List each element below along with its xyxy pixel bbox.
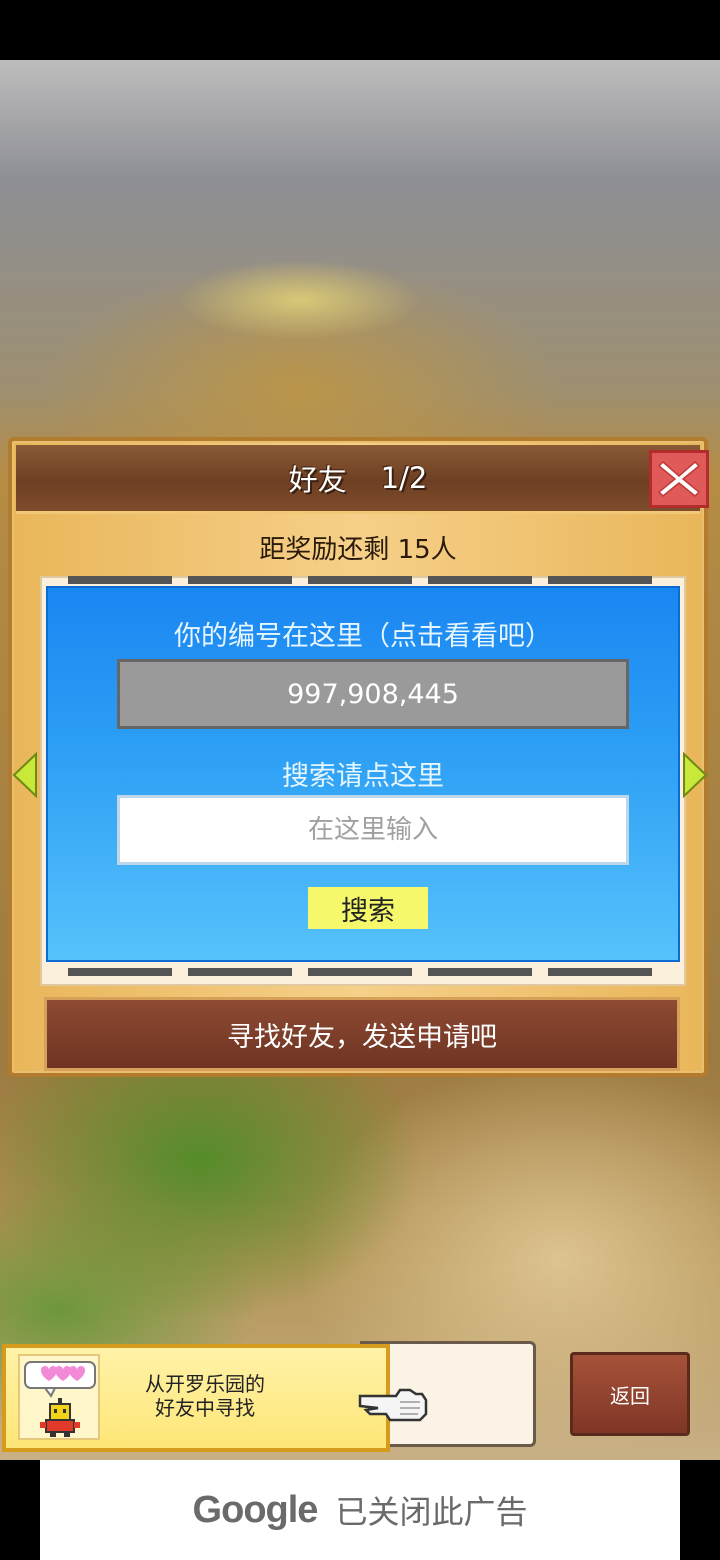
arrow-right-icon[interactable] (682, 752, 708, 798)
find-friends-label: 寻找好友，发送申请吧 (227, 1021, 497, 1053)
friends-dialog: 好友 1/2 距奖励还剩 15人 你的编号在这里（点击看看吧） 997,908,… (8, 437, 709, 1077)
back-button-label: 返回 (610, 1383, 650, 1408)
dialog-page-indicator: 1/2 (380, 461, 428, 495)
my-id-number: 997,908,445 (287, 678, 459, 710)
close-button[interactable] (649, 450, 709, 508)
friend-panel-frame: 你的编号在这里（点击看看吧） 997,908,445 搜索请点这里 搜索 (40, 576, 686, 986)
banner-text: 从开罗乐园的 好友中寻找 (110, 1372, 300, 1420)
find-friends-button[interactable]: 寻找好友，发送申请吧 (44, 997, 680, 1071)
status-bar (0, 0, 720, 60)
friend-id-panel: 你的编号在这里（点击看看吧） 997,908,445 搜索请点这里 搜索 (46, 586, 680, 962)
banner-text-line1: 从开罗乐园的 (145, 1372, 265, 1396)
search-button[interactable]: 搜索 (308, 887, 428, 929)
ad-closed-text: 已关闭此广告 (335, 1493, 528, 1531)
panel-tabs-top (68, 576, 668, 584)
close-icon (657, 460, 701, 498)
dialog-title: 好友 1/2 (16, 445, 700, 511)
panel-tabs-bottom (68, 968, 668, 976)
my-id-value[interactable]: 997,908,445 (117, 659, 629, 729)
ad-banner: Google 已关闭此广告 (40, 1460, 680, 1560)
dialog-title-text: 好友 (288, 463, 347, 497)
search-button-label: 搜索 (341, 895, 395, 927)
search-input[interactable] (117, 795, 629, 865)
robot-character-icon (40, 1398, 80, 1437)
google-logo: Google (192, 1488, 319, 1531)
cairo-park-friends-banner[interactable]: 从开罗乐园的 好友中寻找 (2, 1344, 390, 1452)
pointing-hand-icon (358, 1388, 428, 1422)
arrow-left-icon[interactable] (12, 752, 38, 798)
my-id-label: 你的编号在这里（点击看看吧） (174, 621, 552, 652)
avatar (18, 1354, 100, 1440)
back-button[interactable]: 返回 (570, 1352, 690, 1436)
dialog-header: 好友 1/2 (16, 445, 709, 514)
reward-remaining-text: 距奖励还剩 15人 (259, 535, 457, 565)
hearts-speech-bubble-icon (24, 1361, 96, 1398)
banner-text-line2: 好友中寻找 (155, 1396, 255, 1420)
search-label: 搜索请点这里 (282, 761, 444, 792)
